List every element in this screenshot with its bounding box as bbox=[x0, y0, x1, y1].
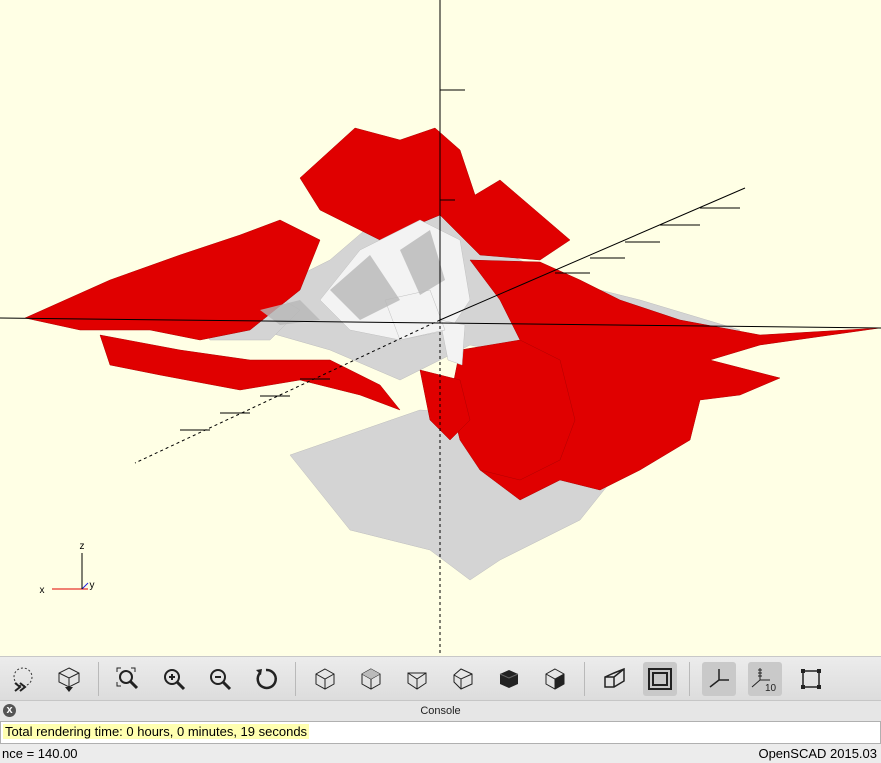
status-version: OpenSCAD 2015.03 bbox=[758, 746, 877, 761]
show-scale-markers-button[interactable]: 10 bbox=[748, 662, 782, 696]
view-right-icon bbox=[315, 668, 335, 690]
view-top-icon bbox=[361, 668, 381, 690]
preview-button[interactable] bbox=[6, 662, 40, 696]
render-button[interactable] bbox=[52, 662, 86, 696]
view-left-button[interactable] bbox=[446, 662, 480, 696]
scale-markers-icon: 10 bbox=[751, 668, 777, 693]
view-left-icon bbox=[453, 668, 473, 690]
toolbar-separator bbox=[98, 662, 99, 696]
console-title: Console bbox=[420, 705, 461, 717]
axis-label-x: x bbox=[40, 585, 45, 596]
perspective-icon bbox=[604, 667, 625, 688]
console-line: Total rendering time: 0 hours, 0 minutes… bbox=[3, 724, 310, 739]
zoom-in-icon bbox=[164, 669, 186, 691]
zoom-out-icon bbox=[210, 669, 232, 691]
console-output[interactable]: Total rendering time: 0 hours, 0 minutes… bbox=[0, 721, 881, 744]
view-bottom-button[interactable] bbox=[400, 662, 434, 696]
orthogonal-icon bbox=[648, 668, 672, 690]
preview-icon bbox=[13, 667, 33, 692]
view-back-icon bbox=[545, 668, 565, 690]
axis-label-z: z bbox=[80, 541, 85, 552]
perspective-button[interactable] bbox=[597, 662, 631, 696]
zoom-in-button[interactable] bbox=[157, 662, 191, 696]
render-icon bbox=[58, 667, 80, 692]
view-front-icon bbox=[499, 670, 519, 688]
zoom-out-button[interactable] bbox=[203, 662, 237, 696]
reset-view-button[interactable] bbox=[249, 662, 283, 696]
toolbar-separator bbox=[584, 662, 585, 696]
render-canvas[interactable]: z x y bbox=[0, 0, 881, 656]
scale-markers-label: 10 bbox=[765, 683, 777, 693]
reset-view-icon bbox=[256, 668, 277, 690]
axis-indicator: z x y bbox=[40, 541, 95, 596]
axes-icon bbox=[709, 669, 729, 688]
show-axes-button[interactable] bbox=[702, 662, 736, 696]
view-front-button[interactable] bbox=[492, 662, 526, 696]
show-edges-button[interactable] bbox=[794, 662, 828, 696]
view-right-button[interactable] bbox=[308, 662, 342, 696]
status-viewport-info: nce = 140.00 bbox=[2, 746, 78, 761]
zoom-all-icon bbox=[116, 667, 139, 690]
toolbar-separator bbox=[295, 662, 296, 696]
status-bar: nce = 140.00 OpenSCAD 2015.03 bbox=[0, 744, 881, 763]
console-header: x Console bbox=[0, 700, 881, 721]
view-top-button[interactable] bbox=[354, 662, 388, 696]
view-toolbar: 10 bbox=[0, 656, 881, 701]
view-back-button[interactable] bbox=[538, 662, 572, 696]
view-bottom-icon bbox=[407, 672, 427, 690]
toolbar-separator bbox=[689, 662, 690, 696]
edges-icon bbox=[801, 669, 821, 689]
view-all-button[interactable] bbox=[111, 662, 145, 696]
axis-label-y: y bbox=[90, 580, 95, 591]
orthogonal-button[interactable] bbox=[643, 662, 677, 696]
3d-viewport[interactable]: z x y bbox=[0, 0, 881, 656]
